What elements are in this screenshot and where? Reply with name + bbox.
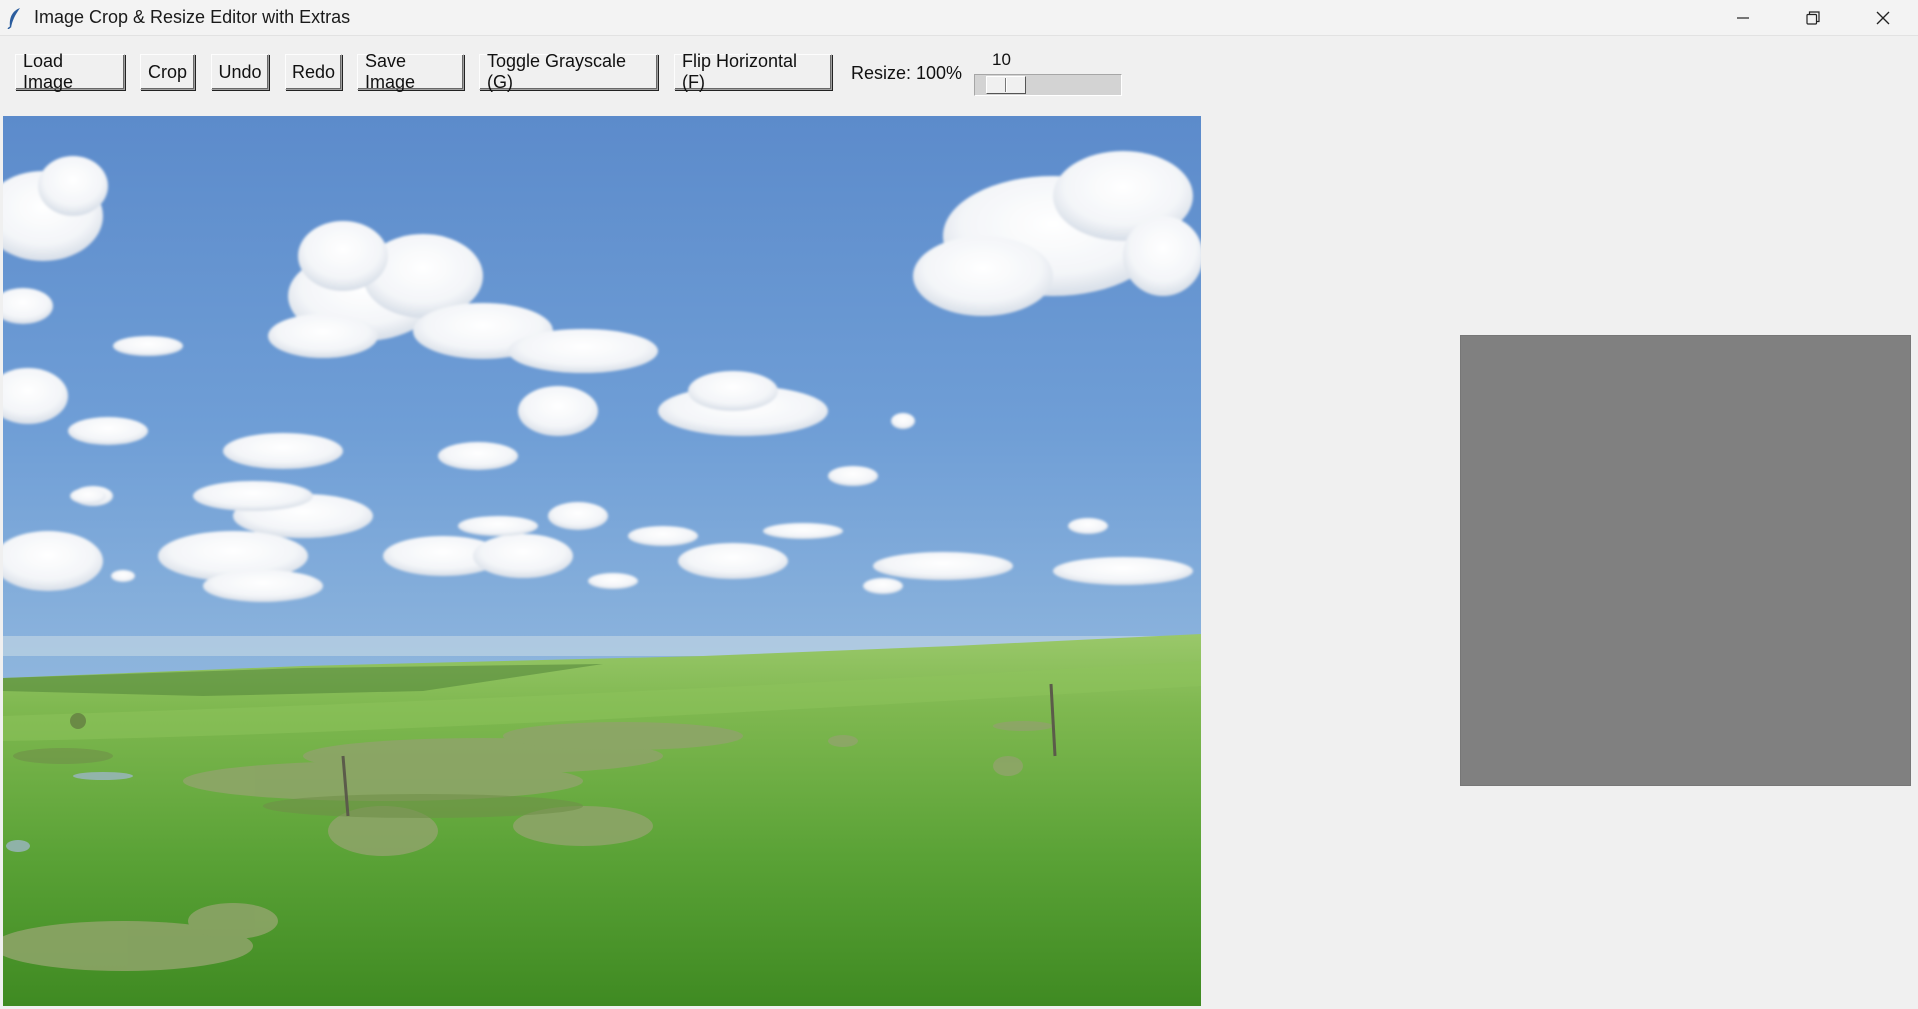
minimize-button[interactable]	[1708, 0, 1778, 35]
restore-button[interactable]	[1778, 0, 1848, 35]
title-bar: Image Crop & Resize Editor with Extras	[0, 0, 1918, 36]
close-button[interactable]	[1848, 0, 1918, 35]
preview-panel	[1460, 335, 1911, 786]
toolbar: Load Image Crop Undo Redo Save Image Tog…	[0, 36, 1918, 114]
landscape-photo	[3, 116, 1201, 1006]
close-icon	[1876, 11, 1890, 24]
image-canvas[interactable]	[3, 116, 1201, 1006]
feather-icon	[6, 7, 24, 30]
undo-button[interactable]: Undo	[211, 54, 269, 90]
slider-track[interactable]	[974, 74, 1122, 96]
restore-icon	[1806, 10, 1820, 25]
toggle-grayscale-button[interactable]: Toggle Grayscale (G)	[479, 51, 658, 92]
load-image-button[interactable]: Load Image	[15, 51, 125, 92]
minimize-icon	[1737, 16, 1749, 19]
app-window: Image Crop & Resize Editor with Extras L…	[0, 0, 1918, 1009]
slider-thumb[interactable]	[986, 76, 1026, 94]
crop-button[interactable]: Crop	[140, 54, 195, 90]
slider-value: 10	[992, 50, 1011, 69]
save-image-button[interactable]: Save Image	[357, 51, 464, 92]
window-controls	[1708, 0, 1918, 35]
redo-button[interactable]: Redo	[285, 54, 342, 90]
flip-horizontal-button[interactable]: Flip Horizontal (F)	[674, 51, 832, 92]
resize-slider[interactable]: 10	[974, 50, 1124, 100]
window-title: Image Crop & Resize Editor with Extras	[34, 7, 351, 27]
resize-label: Resize: 100%	[851, 63, 963, 83]
